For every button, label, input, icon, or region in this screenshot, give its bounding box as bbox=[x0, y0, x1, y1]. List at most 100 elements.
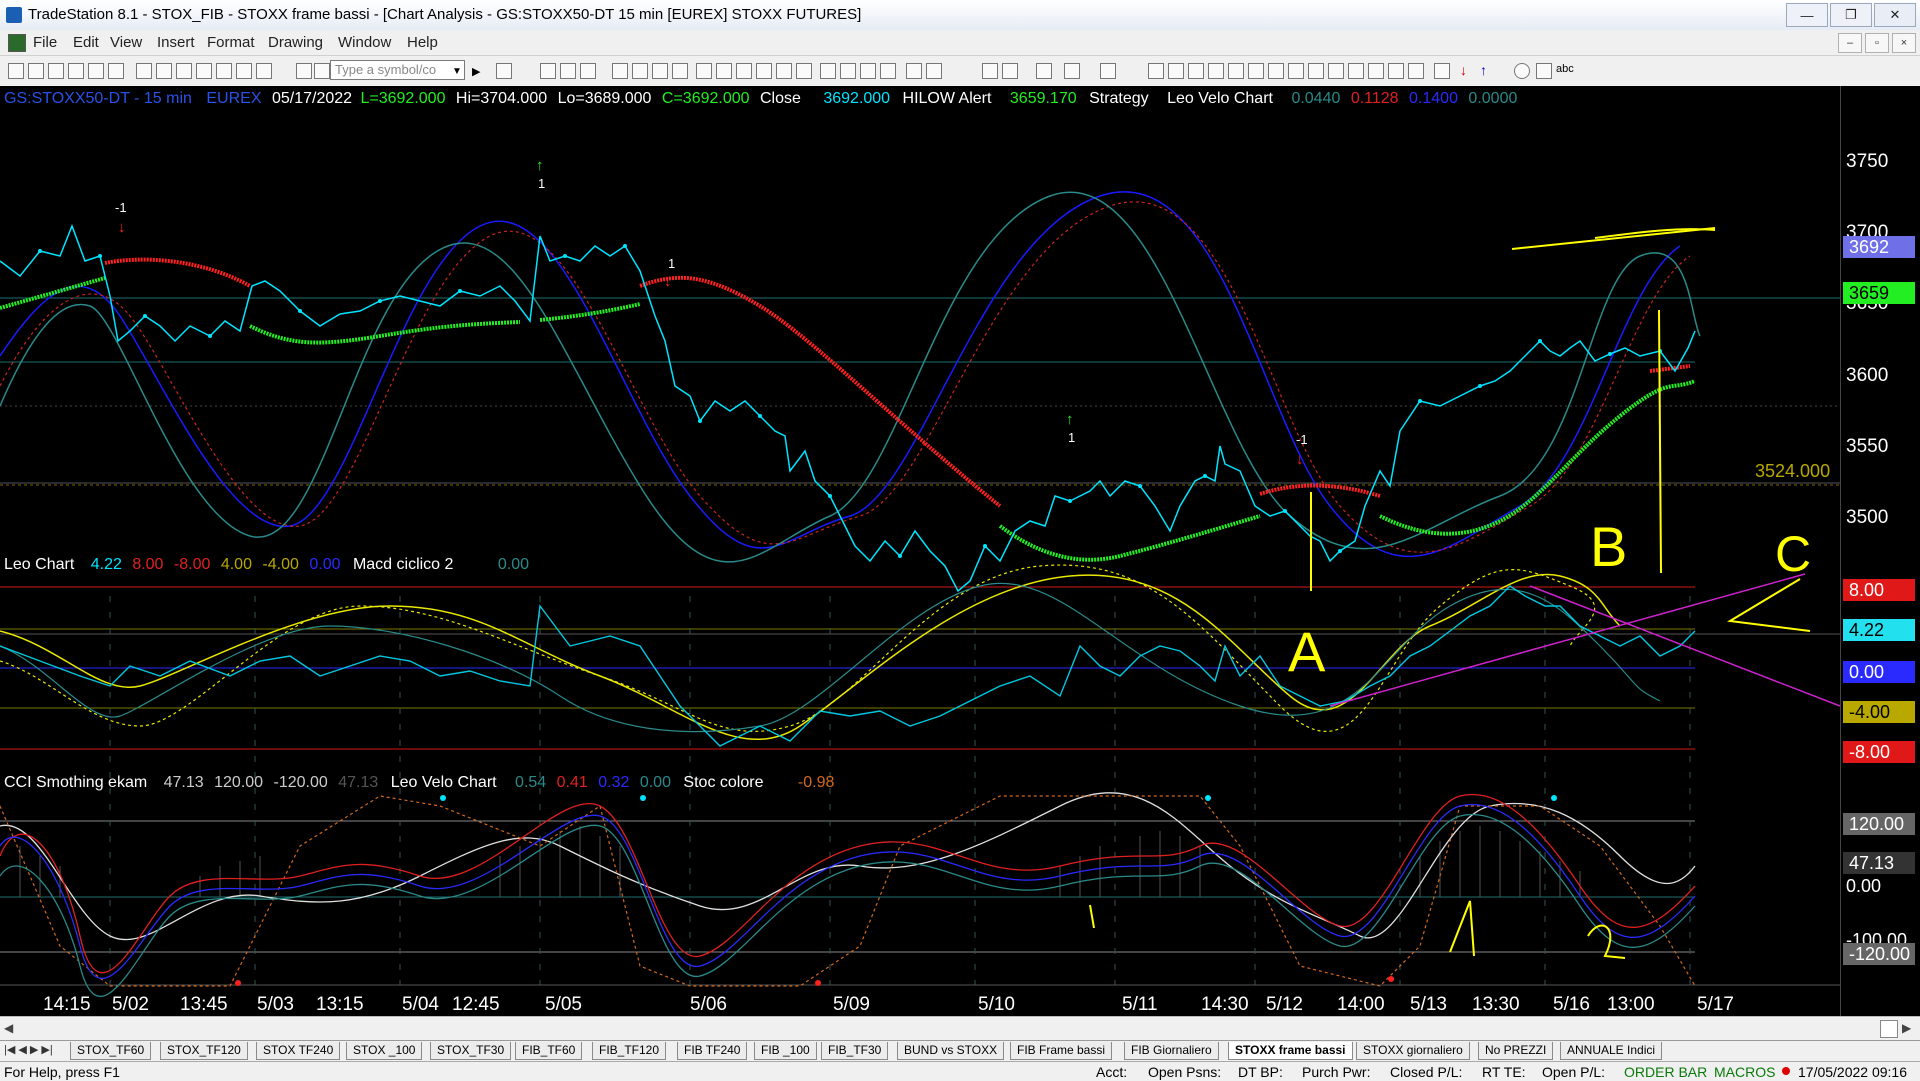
line-chart-icon[interactable] bbox=[776, 63, 792, 79]
andrews-icon[interactable] bbox=[1348, 63, 1364, 79]
horizontal-line-icon[interactable] bbox=[1168, 63, 1184, 79]
regression-icon[interactable] bbox=[1288, 63, 1304, 79]
rectangle-icon[interactable] bbox=[1536, 63, 1552, 79]
save-icon[interactable] bbox=[68, 63, 84, 79]
tab-no-prezzi[interactable]: No PREZZI bbox=[1478, 1042, 1554, 1060]
matrix-icon[interactable] bbox=[580, 63, 596, 79]
menu-insert[interactable]: Insert bbox=[157, 34, 195, 51]
zoom-in-icon[interactable] bbox=[860, 63, 876, 79]
vertical-line-icon[interactable] bbox=[1188, 63, 1204, 79]
symbol-input[interactable]: Type a symbol/co bbox=[330, 60, 465, 80]
crosshair-icon[interactable] bbox=[1100, 63, 1116, 79]
find-symbol-icon[interactable] bbox=[496, 63, 512, 79]
tab-bund-vs-stoxx[interactable]: BUND vs STOXX bbox=[897, 1042, 1005, 1060]
open-workspace-icon[interactable] bbox=[48, 63, 64, 79]
order-bar-button[interactable]: ORDER BAR bbox=[1624, 1064, 1707, 1080]
pitchfork-icon[interactable] bbox=[1368, 63, 1384, 79]
menu-help[interactable]: Help bbox=[407, 34, 438, 51]
menu-window[interactable]: Window bbox=[338, 34, 391, 51]
text-tool-icon[interactable]: abc bbox=[1556, 63, 1574, 75]
chart-window-icon[interactable] bbox=[540, 63, 556, 79]
zoom-icon[interactable] bbox=[906, 63, 922, 79]
scroll-left-icon[interactable]: ◀ bbox=[4, 1021, 13, 1035]
zoom-out-icon[interactable] bbox=[880, 63, 896, 79]
select-icon[interactable] bbox=[1002, 63, 1018, 79]
go-arrow-icon[interactable]: ▶ bbox=[472, 65, 480, 78]
grid-icon[interactable] bbox=[296, 63, 312, 79]
fib-icon[interactable] bbox=[1228, 63, 1244, 79]
scroll-thumb[interactable] bbox=[1880, 1020, 1898, 1038]
print-preview-icon[interactable] bbox=[156, 63, 172, 79]
macros-button[interactable]: MACROS bbox=[1714, 1064, 1775, 1080]
pointer-icon[interactable] bbox=[982, 63, 998, 79]
cascade-icon[interactable] bbox=[672, 63, 688, 79]
folder-icon[interactable] bbox=[108, 63, 124, 79]
tab-fib-100[interactable]: FIB _100 bbox=[754, 1042, 817, 1060]
cut-icon[interactable] bbox=[176, 63, 192, 79]
tab-fib-giornaliero[interactable]: FIB Giornaliero bbox=[1124, 1042, 1219, 1060]
tab-fib-tf240[interactable]: FIB TF240 bbox=[677, 1042, 748, 1060]
maximize-button[interactable]: ❐ bbox=[1830, 3, 1872, 27]
tab-nav-icon[interactable]: |◀ ◀ ▶ ▶| bbox=[4, 1043, 53, 1056]
channel-icon[interactable] bbox=[1208, 63, 1224, 79]
freehand-icon[interactable] bbox=[1434, 63, 1450, 79]
open-icon[interactable] bbox=[28, 63, 44, 79]
ohlc-icon[interactable] bbox=[796, 63, 812, 79]
arrow-down-icon[interactable]: ↑ bbox=[1480, 62, 1487, 78]
scroll-icon[interactable] bbox=[820, 63, 836, 79]
trendline-icon[interactable] bbox=[1148, 63, 1164, 79]
data-window-icon[interactable] bbox=[1064, 63, 1080, 79]
mdi-restore-button[interactable]: ▫ bbox=[1865, 33, 1889, 53]
tools-icon[interactable] bbox=[1036, 63, 1052, 79]
arc-icon[interactable] bbox=[1328, 63, 1344, 79]
indicator-icon[interactable] bbox=[696, 63, 712, 79]
tab-annuale-indici[interactable]: ANNUALE Indici bbox=[1560, 1042, 1663, 1060]
color-icon[interactable] bbox=[256, 63, 272, 79]
ray-icon[interactable] bbox=[1388, 63, 1404, 79]
horizontal-scrollbar[interactable]: ◀ ▶ bbox=[0, 1016, 1920, 1041]
bar-chart-icon[interactable] bbox=[736, 63, 752, 79]
arrow-up-icon[interactable]: ↓ bbox=[1460, 62, 1467, 78]
tile-icon[interactable] bbox=[652, 63, 668, 79]
chart-doc-icon[interactable] bbox=[8, 34, 26, 52]
tab-fib-tf60[interactable]: FIB_TF60 bbox=[515, 1042, 583, 1060]
tab-stoxx-frame-bassi[interactable]: STOXX frame bassi bbox=[1228, 1042, 1353, 1060]
tab-stox-tf30[interactable]: STOX_TF30 bbox=[430, 1042, 512, 1060]
menu-file[interactable]: File bbox=[33, 34, 57, 51]
save-all-icon[interactable] bbox=[88, 63, 104, 79]
speed-lines-icon[interactable] bbox=[1268, 63, 1284, 79]
menu-view[interactable]: View bbox=[110, 34, 142, 51]
menu-edit[interactable]: Edit bbox=[73, 34, 99, 51]
bar-spacing-icon[interactable] bbox=[840, 63, 856, 79]
tab-fib-tf120[interactable]: FIB_TF120 bbox=[592, 1042, 667, 1060]
menu-drawing[interactable]: Drawing bbox=[268, 34, 323, 51]
radar-icon[interactable] bbox=[560, 63, 576, 79]
gann-icon[interactable] bbox=[1248, 63, 1264, 79]
scroll-right-icon[interactable]: ▶ bbox=[1902, 1021, 1911, 1035]
chart-area[interactable]: -1 ↓ ↑ 1 1 ↓ ↑ 1 -1 ↓ A B C GS:STOXX50-D… bbox=[0, 86, 1920, 1026]
print-icon[interactable] bbox=[136, 63, 152, 79]
menu-format[interactable]: Format bbox=[207, 34, 255, 51]
ellipse-icon[interactable] bbox=[1514, 63, 1530, 79]
paste-icon[interactable] bbox=[216, 63, 232, 79]
strategy-icon[interactable] bbox=[716, 63, 732, 79]
mdi-close-button[interactable]: × bbox=[1892, 33, 1916, 53]
chart-type-icon[interactable] bbox=[612, 63, 628, 79]
close-button[interactable]: ✕ bbox=[1874, 3, 1916, 27]
minimize-button[interactable]: — bbox=[1786, 3, 1828, 27]
format-icon[interactable] bbox=[236, 63, 252, 79]
candle-icon[interactable] bbox=[756, 63, 772, 79]
copy-icon[interactable] bbox=[196, 63, 212, 79]
chevron-down-icon[interactable]: ▼ bbox=[452, 66, 462, 77]
new-icon[interactable] bbox=[8, 63, 24, 79]
mdi-minimize-button[interactable]: – bbox=[1838, 33, 1862, 53]
tab-stox-tf120[interactable]: STOX_TF120 bbox=[160, 1042, 248, 1060]
arrow-icon[interactable] bbox=[1308, 63, 1324, 79]
magnify-icon[interactable] bbox=[926, 63, 942, 79]
tab-stox-tf60[interactable]: STOX_TF60 bbox=[70, 1042, 152, 1060]
tab-stoxx-giornaliero[interactable]: STOXX giornaliero bbox=[1356, 1042, 1470, 1060]
tab-fib-frame-bassi[interactable]: FIB Frame bassi bbox=[1010, 1042, 1113, 1060]
tab-stox-tf240[interactable]: STOX TF240 bbox=[256, 1042, 341, 1060]
insert-icon[interactable] bbox=[314, 63, 330, 79]
scanner-icon[interactable] bbox=[632, 63, 648, 79]
